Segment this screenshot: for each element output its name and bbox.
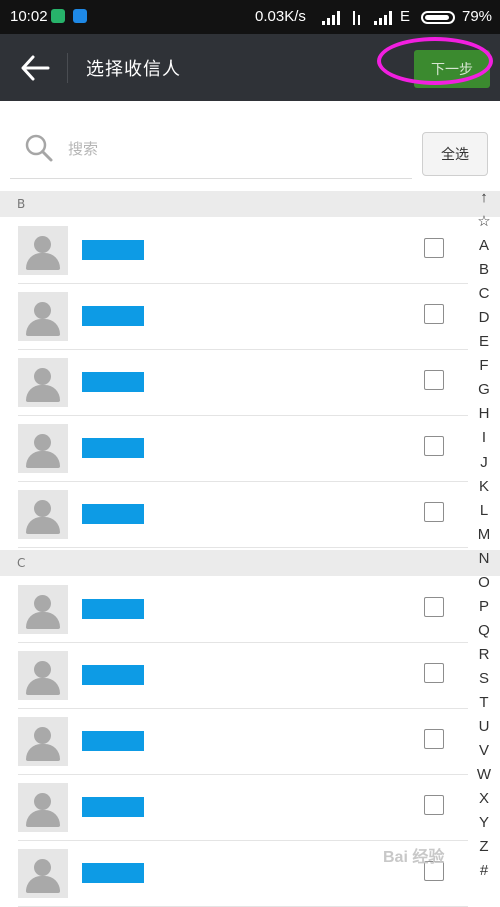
index-letter[interactable]: ↑ xyxy=(472,186,496,210)
avatar xyxy=(18,585,68,634)
back-arrow-icon[interactable] xyxy=(20,54,50,82)
contact-name-redacted xyxy=(82,438,144,458)
avatar xyxy=(18,849,68,898)
select-checkbox[interactable] xyxy=(424,502,444,522)
contact-row[interactable] xyxy=(18,708,468,775)
contact-name-redacted xyxy=(82,306,144,326)
contact-row[interactable] xyxy=(18,415,468,482)
select-checkbox[interactable] xyxy=(424,436,444,456)
search-bar[interactable]: 搜索 xyxy=(10,124,412,179)
network-type: E xyxy=(400,8,411,25)
select-checkbox[interactable] xyxy=(424,304,444,324)
section-letter: C xyxy=(17,556,26,570)
index-letter[interactable]: K xyxy=(472,475,496,499)
highlight-circle-annotation xyxy=(377,37,493,85)
index-letter[interactable]: C xyxy=(472,282,496,306)
contact-name-redacted xyxy=(82,504,144,524)
select-checkbox[interactable] xyxy=(424,370,444,390)
avatar xyxy=(18,226,68,275)
avatar xyxy=(18,783,68,832)
index-letter[interactable]: L xyxy=(472,499,496,523)
select-checkbox[interactable] xyxy=(424,663,444,683)
select-checkbox[interactable] xyxy=(424,597,444,617)
index-letter[interactable]: F xyxy=(472,354,496,378)
contact-name-redacted xyxy=(82,797,144,817)
index-letter[interactable]: Z xyxy=(472,835,496,859)
avatar xyxy=(18,292,68,341)
index-letter[interactable]: B xyxy=(472,258,496,282)
index-letter[interactable]: H xyxy=(472,402,496,426)
index-letter[interactable]: E xyxy=(472,330,496,354)
alphabet-index-bar[interactable]: ↑ ☆ A B C D E F G H I J K L M N O P Q R S T U V W X Y Z # xyxy=(472,186,496,883)
contact-row[interactable] xyxy=(18,576,468,643)
avatar xyxy=(18,358,68,407)
avatar xyxy=(18,717,68,766)
avatar xyxy=(18,424,68,473)
battery-icon xyxy=(421,11,455,24)
contact-row[interactable] xyxy=(18,481,468,548)
security-app-icon xyxy=(51,9,65,23)
index-letter[interactable]: S xyxy=(472,667,496,691)
index-letter[interactable]: M xyxy=(472,523,496,547)
index-letter[interactable]: I xyxy=(472,426,496,450)
signal-icon xyxy=(322,11,344,25)
avatar xyxy=(18,490,68,539)
index-letter[interactable]: # xyxy=(472,859,496,883)
index-letter[interactable]: W xyxy=(472,763,496,787)
contact-row[interactable] xyxy=(18,349,468,416)
page-title: 选择收信人 xyxy=(86,59,181,80)
water-drop-app-icon xyxy=(73,9,87,23)
signal-icon-2 xyxy=(374,11,396,25)
index-letter[interactable]: A xyxy=(472,234,496,258)
avatar xyxy=(18,651,68,700)
data-transfer-icon xyxy=(350,11,364,25)
index-letter[interactable]: R xyxy=(472,643,496,667)
index-letter[interactable]: U xyxy=(472,715,496,739)
contact-row[interactable] xyxy=(18,283,468,350)
select-all-button[interactable]: 全选 xyxy=(422,132,488,176)
contact-name-redacted xyxy=(82,731,144,751)
section-header-c: C xyxy=(0,550,500,576)
section-letter: B xyxy=(17,197,26,211)
network-speed: 0.03K/s xyxy=(255,8,306,25)
header-divider xyxy=(67,53,68,83)
index-letter[interactable]: O xyxy=(472,571,496,595)
battery-percent: 79% xyxy=(462,8,493,25)
search-icon xyxy=(25,134,53,162)
baidu-watermark: Bai 经验 xyxy=(383,849,445,866)
contact-name-redacted xyxy=(82,372,144,392)
contact-name-redacted xyxy=(82,599,144,619)
search-input[interactable]: 搜索 xyxy=(68,138,98,159)
index-letter[interactable]: J xyxy=(472,451,496,475)
select-checkbox[interactable] xyxy=(424,238,444,258)
index-letter[interactable]: Q xyxy=(472,619,496,643)
status-bar: 10:02 0.03K/s E 79% xyxy=(0,0,500,34)
contact-name-redacted xyxy=(82,240,144,260)
contact-row[interactable] xyxy=(18,217,468,284)
select-checkbox[interactable] xyxy=(424,729,444,749)
index-letter[interactable]: V xyxy=(472,739,496,763)
contact-name-redacted xyxy=(82,863,144,883)
index-letter[interactable]: ☆ xyxy=(472,210,496,234)
index-letter[interactable]: D xyxy=(472,306,496,330)
index-letter[interactable]: G xyxy=(472,378,496,402)
index-letter[interactable]: N xyxy=(472,547,496,571)
section-header-b: B xyxy=(0,191,500,217)
contact-row[interactable] xyxy=(18,642,468,709)
contact-name-redacted xyxy=(82,665,144,685)
select-checkbox[interactable] xyxy=(424,795,444,815)
index-letter[interactable]: P xyxy=(472,595,496,619)
index-letter[interactable]: X xyxy=(472,787,496,811)
index-letter[interactable]: T xyxy=(472,691,496,715)
contact-row[interactable] xyxy=(18,774,468,841)
status-time: 10:02 xyxy=(10,8,48,25)
index-letter[interactable]: Y xyxy=(472,811,496,835)
